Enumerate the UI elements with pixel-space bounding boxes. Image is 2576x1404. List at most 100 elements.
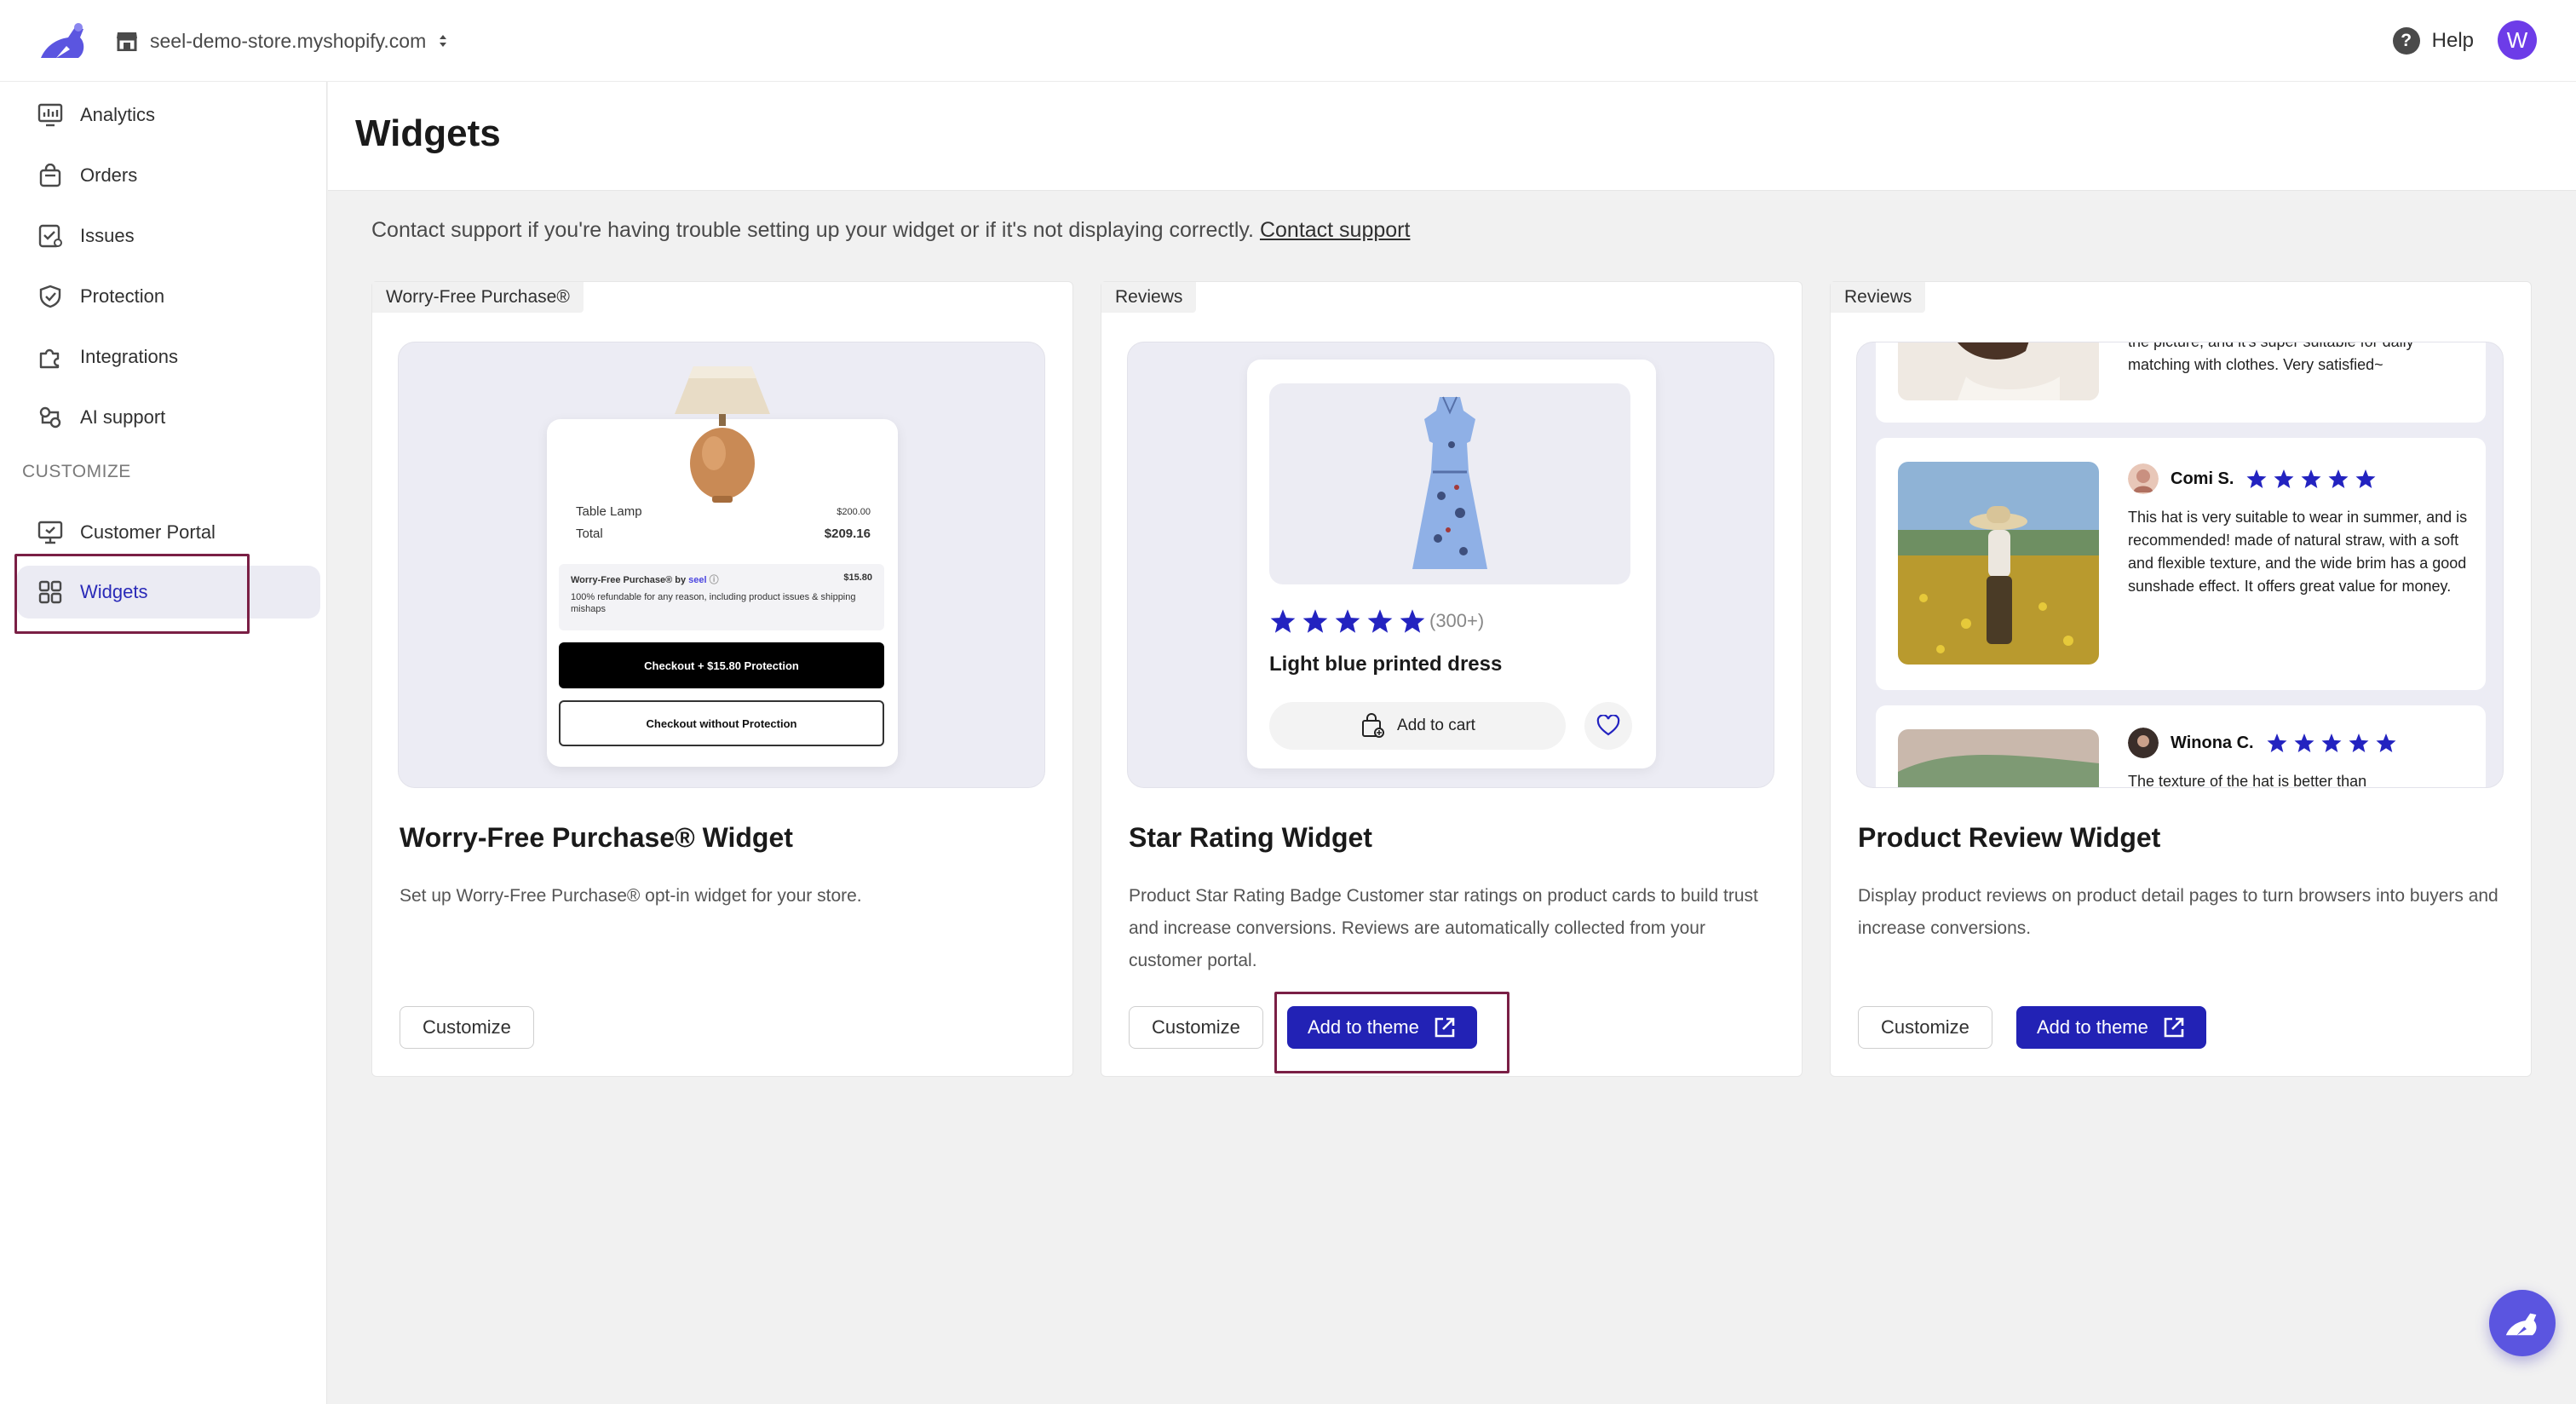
sidebar-item-customer-portal[interactable]: Customer Portal — [17, 506, 320, 559]
card-description: Product Star Rating Badge Customer star … — [1129, 886, 1758, 970]
add-to-theme-button[interactable]: Add to theme — [2016, 1006, 2206, 1049]
sidebar-item-label: Integrations — [80, 346, 178, 367]
widget-card-star-rating: Reviews (300+) Light blue printed dress … — [1101, 281, 1803, 1077]
help-label: Help — [2431, 29, 2474, 52]
store-name: seel-demo-store.myshopify.com — [150, 29, 427, 52]
card-title: Product Review Widget — [1858, 822, 2161, 853]
star-icon — [2301, 469, 2321, 488]
customize-button[interactable]: Customize — [400, 1006, 534, 1049]
avatar[interactable]: W — [2498, 20, 2537, 60]
card-description: Display product reviews on product detai… — [1858, 886, 2498, 938]
chat-launcher-button[interactable] — [2489, 1290, 2556, 1356]
review-text: the picture, and it's super suitable for… — [2128, 342, 2414, 373]
puzzle-icon — [39, 348, 60, 369]
checkout-without-protection: Checkout without Protection — [559, 700, 884, 746]
support-text: Contact support if you're having trouble… — [371, 218, 1254, 242]
ai-icon — [39, 406, 61, 429]
rating-count: (300+) — [1429, 610, 1485, 631]
reviewer-name: Winona C. — [2171, 733, 2254, 752]
sidebar-item-orders[interactable]: Orders — [17, 149, 320, 202]
review-header: Winona C. — [2128, 728, 2397, 758]
star-rating-preview: (300+) Light blue printed dress Add to c… — [1127, 342, 1774, 788]
store-icon — [117, 32, 137, 51]
sidebar-item-issues[interactable]: Issues — [17, 210, 320, 262]
wfp-preview: Table Lamp $200.00 Total $209.16 Worry-F… — [398, 342, 1045, 788]
star-icon — [2376, 734, 2396, 752]
sidebar-item-integrations[interactable]: Integrations — [17, 331, 320, 383]
wfp-item-price: $200.00 — [837, 506, 871, 517]
card-title: Worry-Free Purchase® Widget — [400, 822, 793, 853]
support-notice: Contact support if you're having trouble… — [371, 218, 1410, 243]
wfp-title: Worry-Free Purchase® by — [571, 575, 687, 585]
wfp-total-value: $209.16 — [824, 526, 871, 541]
review-card-2: Winona C. The texture of the hat is bett… — [1876, 705, 2486, 787]
star-icon — [2246, 469, 2267, 488]
wfp-total-label: Total — [576, 526, 603, 541]
wfp-brand: seel — [688, 575, 707, 585]
customize-button[interactable]: Customize — [1858, 1006, 1992, 1049]
customize-button[interactable]: Customize — [1129, 1006, 1263, 1049]
checkout-with-protection: Checkout + $15.80 Protection — [559, 642, 884, 688]
page-title: Widgets — [355, 112, 501, 154]
contact-support-link[interactable]: Contact support — [1260, 218, 1411, 242]
table-lamp-image — [675, 366, 770, 503]
star-icon — [1270, 609, 1296, 633]
monitor-icon — [37, 521, 63, 544]
sidebar: Analytics Orders Issues Protection Integ… — [0, 82, 327, 1404]
star-icon — [2349, 734, 2369, 752]
sidebar-item-label: Orders — [80, 164, 138, 186]
review-photo — [1898, 729, 2099, 787]
info-icon: ⓘ — [709, 575, 719, 585]
review-card-1: Comi S. This hat is very suitable to wea… — [1876, 438, 2486, 690]
sidebar-item-ai-support[interactable]: AI support — [17, 391, 320, 444]
add-to-cart-mock: Add to cart — [1269, 702, 1566, 750]
wfp-protection-box: Worry-Free Purchase® by seel ⓘ $15.80 10… — [559, 564, 884, 630]
question-icon: ? — [2392, 27, 2420, 55]
review-card-0: the picture, and it's super suitable for… — [1876, 342, 2486, 423]
star-icon — [1335, 609, 1360, 633]
highlight-add-to-theme — [1274, 992, 1509, 1073]
add-to-cart-label: Add to cart — [1397, 716, 1475, 734]
star-icon — [2321, 734, 2342, 752]
card-tag: Worry-Free Purchase® — [372, 282, 584, 313]
product-review-preview: the picture, and it's super suitable for… — [1856, 342, 2504, 788]
product-name: Light blue printed dress — [1269, 653, 1503, 676]
top-bar: seel-demo-store.myshopify.com ? Help W — [0, 0, 2576, 82]
star-icon — [1302, 609, 1328, 633]
star-icon — [2267, 734, 2287, 752]
store-selector[interactable]: seel-demo-store.myshopify.com — [116, 24, 448, 58]
stars-5 — [1269, 608, 1426, 634]
sidebar-item-protection[interactable]: Protection — [17, 270, 320, 323]
seel-logo-icon — [2505, 1313, 2537, 1336]
card-tag: Reviews — [1831, 282, 1926, 313]
help-button[interactable]: ? Help — [2392, 24, 2474, 58]
page-header: Widgets — [328, 82, 2576, 191]
sidebar-item-analytics[interactable]: Analytics — [17, 89, 320, 141]
reviewer-avatar — [2128, 728, 2159, 758]
highlight-widgets — [14, 554, 250, 634]
widget-card-product-review: Reviews the picture, and it's super suit… — [1830, 281, 2532, 1077]
sidebar-item-label: AI support — [80, 406, 166, 428]
star-icon — [2294, 734, 2314, 752]
cart-bag-icon — [1362, 713, 1385, 738]
review-photo — [1898, 462, 2099, 665]
section-label-customize: CUSTOMIZE — [22, 462, 131, 481]
review-text: This hat is very suitable to wear in sum… — [2128, 509, 2468, 595]
add-to-theme-label: Add to theme — [2037, 1016, 2148, 1038]
star-icon — [2328, 469, 2349, 488]
star-rating: (300+) — [1269, 608, 1484, 634]
seel-logo-icon[interactable] — [37, 20, 90, 61]
star-icon — [1400, 609, 1425, 633]
chart-icon — [37, 103, 63, 127]
review-photo — [1898, 342, 2099, 400]
reviewer-avatar — [2128, 463, 2159, 494]
star-icon — [2355, 469, 2376, 488]
stars-5 — [2266, 733, 2397, 753]
sidebar-item-label: Analytics — [80, 104, 156, 125]
chevron-updown-icon — [440, 35, 447, 47]
product-card-mock: (300+) Light blue printed dress Add to c… — [1247, 360, 1656, 768]
card-title: Star Rating Widget — [1129, 822, 1372, 853]
card-description: Set up Worry-Free Purchase® opt-in widge… — [400, 886, 862, 906]
wfp-total-row: Total $209.16 — [576, 526, 871, 541]
sidebar-item-label: Issues — [80, 225, 135, 246]
